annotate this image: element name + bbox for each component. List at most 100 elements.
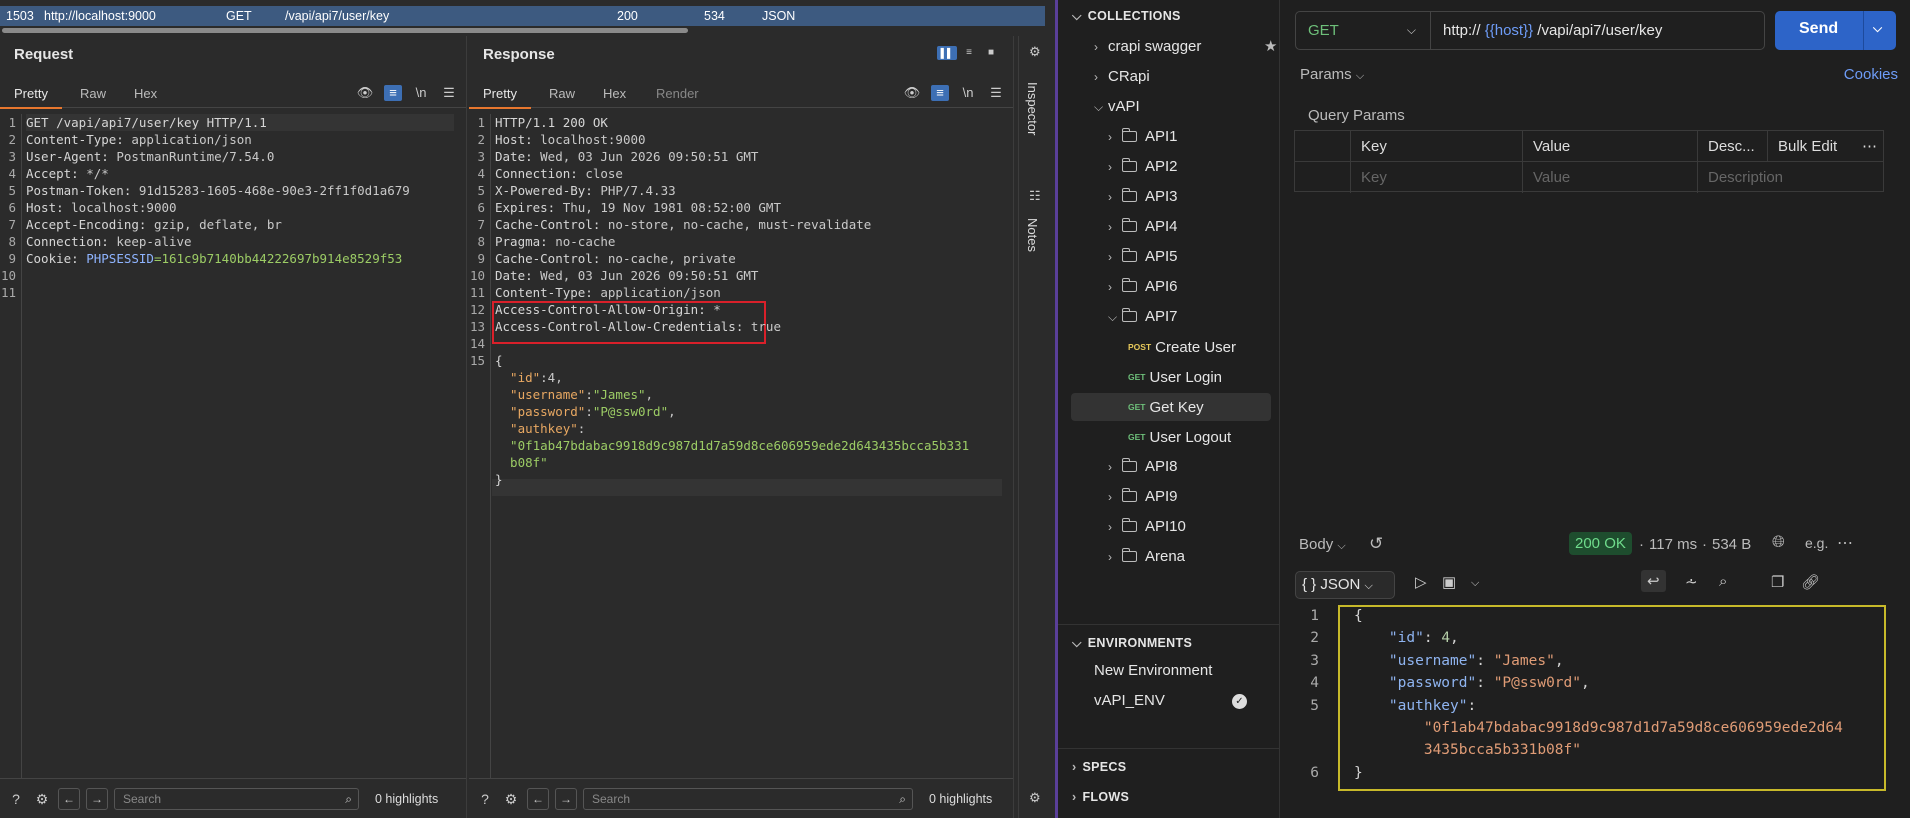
previous-arrow-icon[interactable]: ← <box>527 787 549 810</box>
response-tabs: Pretty Raw Hex Render 👁︎ ≡ \n ☰ <box>469 80 1013 109</box>
collections-header[interactable]: ⌵ COLLECTIONS <box>1072 9 1181 24</box>
bulk-edit-button[interactable]: Bulk Edit <box>1767 131 1852 162</box>
inspector-tab[interactable]: Inspector <box>1025 82 1040 135</box>
specs-header[interactable]: › SPECS <box>1072 760 1126 774</box>
header-name: Postman-Token: <box>26 183 139 198</box>
single-pane-icon[interactable]: ■ <box>981 46 1001 60</box>
tab-pretty[interactable]: Pretty <box>0 86 62 109</box>
history-row-selected[interactable]: 1503 http://localhost:9000 GET /vapi/api… <box>0 6 1045 26</box>
folder-item[interactable]: › API8 <box>1108 453 1308 481</box>
next-arrow-icon[interactable]: → <box>86 787 108 810</box>
filter-icon[interactable]: ⩪ <box>1685 573 1698 591</box>
copy-icon[interactable]: ❐ <box>1771 573 1784 591</box>
params-tab[interactable]: Params ⌵ <box>1300 66 1364 83</box>
value-input[interactable]: Value <box>1522 162 1697 193</box>
history-scrollbar[interactable] <box>0 26 1045 36</box>
flows-header[interactable]: › FLOWS <box>1072 790 1129 804</box>
tab-hex[interactable]: Hex <box>603 86 626 101</box>
folder-item[interactable]: › API1 <box>1108 123 1308 151</box>
tab-pretty[interactable]: Pretty <box>469 86 531 109</box>
next-arrow-icon[interactable]: → <box>555 787 577 810</box>
help-icon[interactable]: ? <box>6 789 26 809</box>
more-icon[interactable]: ⋯ <box>1837 533 1853 553</box>
header-name: Accept: <box>26 166 87 181</box>
header-name: User-Agent: <box>26 149 117 164</box>
split-horizontal-icon[interactable]: ≡ <box>959 46 979 60</box>
history-icon[interactable]: ↺ <box>1369 534 1383 554</box>
code-line: Host: localhost:9000 <box>495 131 1005 148</box>
settings-gear-icon[interactable]: ⚙ <box>1029 790 1041 806</box>
search-input[interactable]: Search ⌕ <box>114 787 359 810</box>
more-icon[interactable]: ⋯ <box>1852 131 1884 162</box>
wrap-lines-icon[interactable]: ≡ <box>931 85 949 101</box>
hide-eye-icon[interactable]: 👁︎ <box>903 85 921 101</box>
cookies-link[interactable]: Cookies <box>1844 66 1898 83</box>
folder-item[interactable]: › Arena <box>1108 543 1308 571</box>
folder-item[interactable]: › API10 <box>1108 513 1308 541</box>
request-item[interactable]: GET Get Key <box>1071 393 1271 421</box>
link-icon[interactable]: 🔗︎ <box>1801 573 1820 591</box>
collection-crapi[interactable]: › CRapi <box>1094 63 1294 91</box>
folder-item[interactable]: ⌵ API7 <box>1108 303 1308 331</box>
tab-raw[interactable]: Raw <box>80 86 106 101</box>
split-vertical-icon[interactable]: ▌▌ <box>937 46 957 60</box>
hide-eye-icon[interactable]: 👁︎ <box>356 85 374 101</box>
send-button[interactable]: Send ⌵ <box>1775 11 1896 50</box>
key-input[interactable]: Key <box>1350 162 1522 193</box>
notes-tab[interactable]: Notes <box>1025 218 1040 252</box>
response-body-editor[interactable]: { "id": 4, "username": "James", "passwor… <box>1338 605 1886 791</box>
environment-item-active[interactable]: vAPI_ENV ✓ <box>1094 687 1294 715</box>
chevron-down-icon[interactable]: ⌵ <box>1873 21 1882 36</box>
collections-label: COLLECTIONS <box>1087 9 1181 23</box>
collection-crapi-swagger[interactable]: › crapi swagger ★ <box>1094 33 1294 61</box>
chevron-down-icon[interactable]: ⌵ <box>1471 577 1479 590</box>
description-input[interactable]: Description <box>1697 162 1884 193</box>
url-input[interactable]: http:// {{host}} /vapi/api7/user/key <box>1443 12 1662 49</box>
menu-icon[interactable]: ☰ <box>440 85 458 101</box>
table-row: Key Value Description <box>1295 162 1883 193</box>
help-icon[interactable]: ? <box>475 789 495 809</box>
newline-toggle-icon[interactable]: \n <box>412 85 430 101</box>
search-icon[interactable]: ⌕ <box>1719 573 1727 590</box>
folder-item[interactable]: › API5 <box>1108 243 1308 271</box>
collection-vapi[interactable]: ⌵ vAPI <box>1094 93 1294 121</box>
folder-item[interactable]: › API3 <box>1108 183 1308 211</box>
header-value: true <box>750 319 781 334</box>
example-icon[interactable]: e.g. <box>1805 535 1828 551</box>
wrap-lines-icon[interactable]: ≡ <box>384 85 402 101</box>
menu-icon[interactable]: ☰ <box>987 85 1005 101</box>
wrap-icon[interactable]: ↩ <box>1641 570 1666 592</box>
format-select[interactable]: { } JSON ⌵ <box>1295 571 1395 599</box>
tab-render[interactable]: Render <box>656 86 699 101</box>
notes-icon[interactable]: ☷ <box>1029 188 1041 204</box>
header-name: Date: <box>495 149 541 164</box>
globe-icon[interactable]: 🌐︎ <box>1772 534 1785 552</box>
folder-item[interactable]: › API6 <box>1108 273 1308 301</box>
star-icon[interactable]: ★ <box>1264 33 1277 61</box>
response-editor[interactable]: 1 2 3 4 5 6 7 8 9 10 11 12 13 14 15 HTTP/1.1 200 OK Hos… <box>469 114 1005 778</box>
settings-gear-icon[interactable]: ⚙ <box>32 789 52 809</box>
environments-header[interactable]: ⌵ ENVIRONMENTS <box>1072 636 1192 651</box>
tab-raw[interactable]: Raw <box>549 86 575 101</box>
image-icon[interactable]: ▣ <box>1442 573 1456 591</box>
layout-toggle[interactable]: ▌▌ ≡ ■ <box>937 46 1001 60</box>
request-editor[interactable]: 1 2 3 4 5 6 7 8 9 10 11 GET /vapi/api7/user/key HT… <box>0 114 458 778</box>
search-input[interactable]: Search ⌕ <box>583 787 913 810</box>
scrollbar-thumb[interactable] <box>2 28 688 33</box>
header-description: Desc... <box>1697 131 1767 162</box>
header-value: gzip, deflate, br <box>153 217 282 232</box>
folder-item[interactable]: › API4 <box>1108 213 1308 241</box>
settings-gear-icon[interactable]: ⚙ <box>501 789 521 809</box>
line-number: 7 <box>477 217 485 232</box>
folder-item[interactable]: › API9 <box>1108 483 1308 511</box>
tab-hex[interactable]: Hex <box>134 86 157 101</box>
method-select[interactable]: GET ⌵ <box>1296 12 1431 49</box>
newline-toggle-icon[interactable]: \n <box>959 85 977 101</box>
environment-item[interactable]: New Environment <box>1094 657 1294 685</box>
inspector-icon[interactable]: ⚙ <box>1029 44 1041 60</box>
body-tab[interactable]: Body ⌵ <box>1299 536 1346 553</box>
play-icon[interactable]: ▷ <box>1415 573 1427 591</box>
folder-item[interactable]: › API2 <box>1108 153 1308 181</box>
response-bottom-bar: ? ⚙ ← → Search ⌕ 0 highlights <box>469 778 1013 818</box>
previous-arrow-icon[interactable]: ← <box>58 787 80 810</box>
